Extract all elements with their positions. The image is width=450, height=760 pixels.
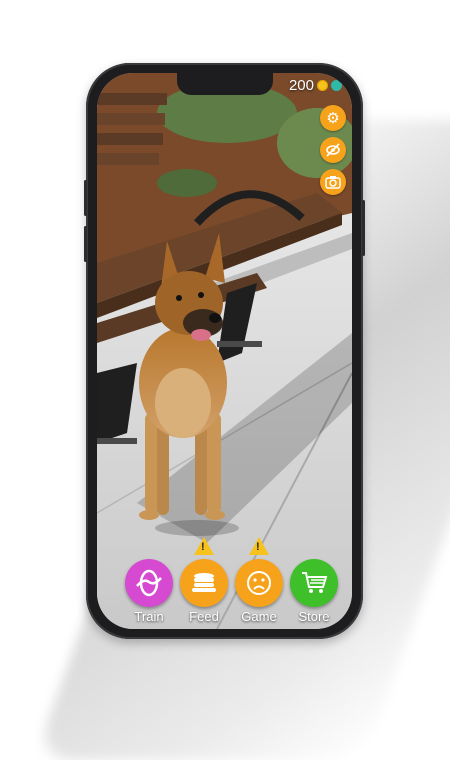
store-label: Store bbox=[298, 609, 330, 624]
store-button[interactable]: Store bbox=[288, 559, 340, 624]
game-button[interactable]: ! Game bbox=[233, 537, 285, 624]
power-button bbox=[362, 200, 365, 256]
feed-label: Feed bbox=[189, 609, 219, 624]
currency-display: 200 bbox=[289, 77, 342, 94]
shopping-cart-icon bbox=[290, 559, 338, 607]
gear-icon[interactable]: ⚙ bbox=[320, 105, 346, 131]
bush bbox=[157, 169, 217, 197]
app-screen: 200 ⚙ Train ! Feed ! Game Store bbox=[97, 73, 352, 629]
volume-up-button bbox=[84, 180, 87, 216]
camera-glyph bbox=[325, 176, 341, 189]
coin-count: 200 bbox=[288, 77, 314, 94]
train-button[interactable]: Train bbox=[123, 559, 175, 624]
gem-icon bbox=[331, 80, 342, 91]
training-hoop-icon bbox=[125, 559, 173, 607]
cart-glyph bbox=[302, 572, 328, 593]
pancakes-icon bbox=[180, 559, 228, 607]
hud-controls: ⚙ bbox=[320, 105, 346, 195]
phone-notch bbox=[177, 73, 273, 95]
hoop-glyph bbox=[136, 569, 162, 597]
eye-off-icon[interactable] bbox=[320, 137, 346, 163]
sad-face-glyph bbox=[247, 571, 271, 595]
game-label: Game bbox=[241, 609, 277, 624]
coin-icon bbox=[317, 80, 328, 91]
train-label: Train bbox=[134, 609, 164, 624]
warning-icon: ! bbox=[249, 537, 269, 555]
camera-icon[interactable] bbox=[320, 169, 346, 195]
volume-down-button bbox=[84, 226, 87, 262]
eye-off-glyph bbox=[326, 143, 340, 157]
sad-face-icon bbox=[235, 559, 283, 607]
feed-button[interactable]: ! Feed bbox=[178, 537, 230, 624]
pancakes-glyph bbox=[192, 573, 216, 592]
warning-icon: ! bbox=[194, 537, 214, 555]
action-bar: Train ! Feed ! Game Store bbox=[97, 531, 352, 624]
